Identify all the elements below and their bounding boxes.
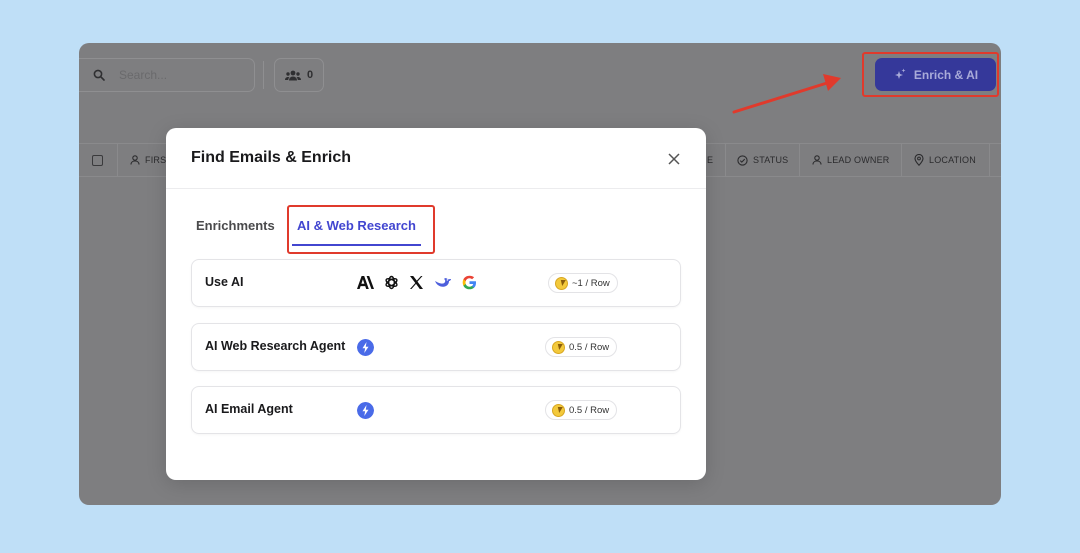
credit-coin-icon [552,403,565,417]
column-separator [799,144,800,176]
user-icon [130,155,140,165]
column-separator [117,144,118,176]
x-icon [410,276,423,289]
search-input[interactable]: Search... [119,68,167,82]
option-ai-web-research-agent[interactable]: AI Web Research Agent 0.5 / Row [191,323,681,371]
bolt-icon [357,402,374,419]
close-icon[interactable] [665,150,683,168]
pointer-arrow [732,74,841,114]
select-all-checkbox[interactable] [92,154,103,166]
tab-enrichments[interactable]: Enrichments [196,218,275,233]
column-header-truncated[interactable]: E [707,144,713,176]
people-count: 0 [306,69,314,81]
openai-icon [385,275,398,290]
column-header-first-name[interactable]: FIRS [130,144,166,176]
search-box[interactable]: Search... [79,58,255,92]
people-filter-button[interactable]: 0 [274,58,324,92]
column-separator [725,144,726,176]
enrich-button-highlight [862,52,999,97]
column-header-lead-owner[interactable]: LEAD OWNER [812,144,890,176]
column-separator [989,144,990,176]
pin-icon [914,154,924,166]
search-icon [93,69,105,81]
toolbar-divider [263,61,264,89]
cost-badge: 0.5 / Row [545,337,618,357]
google-icon [462,275,476,290]
column-header-location[interactable]: LOCATION [914,144,976,176]
anthropic-icon [357,276,374,289]
option-ai-email-agent[interactable]: AI Email Agent 0.5 / Row [191,386,681,434]
option-use-ai[interactable]: Use AI ~1 / Row [191,259,681,307]
option-label: AI Email Agent [205,402,293,416]
tab-highlight [287,205,435,254]
option-label: Use AI [205,275,244,289]
ai-provider-logos [357,275,477,290]
credit-coin-icon [555,276,568,290]
bolt-icon [357,339,374,356]
user-icon [812,155,822,165]
column-header-status[interactable]: STATUS [737,144,788,176]
modal-title: Find Emails & Enrich [191,149,352,166]
credit-coin-icon [552,340,565,354]
modal-divider [166,188,706,189]
select-all-cell[interactable] [92,144,103,176]
column-separator [901,144,902,176]
option-label: AI Web Research Agent [205,339,346,353]
deepseek-icon [435,278,451,287]
cost-badge: ~1 / Row [548,273,618,293]
find-emails-modal: Find Emails & Enrich Enrichments AI & We… [166,128,706,480]
check-circle-icon [737,154,748,166]
cost-badge: 0.5 / Row [545,400,618,420]
users-icon [284,70,301,80]
